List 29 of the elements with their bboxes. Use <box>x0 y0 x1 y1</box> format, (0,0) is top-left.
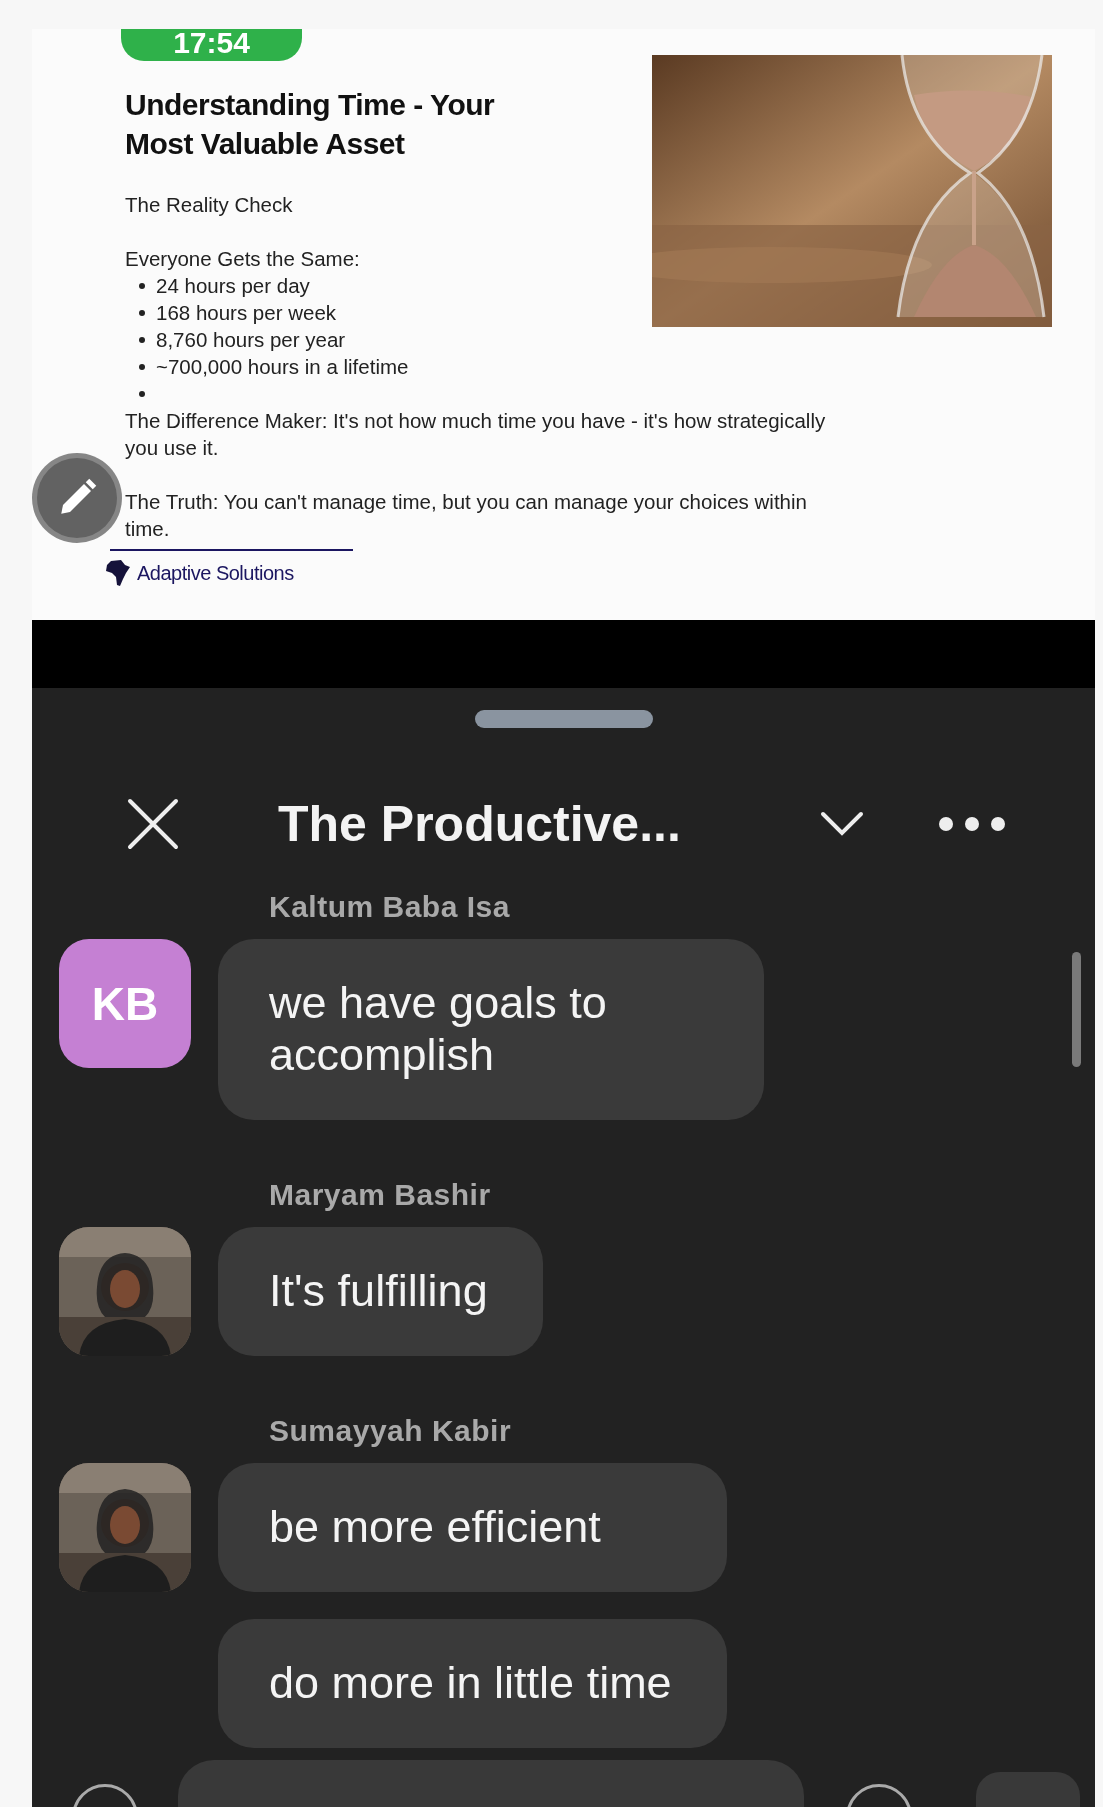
bullet-dot <box>139 363 145 370</box>
bullet-dot <box>139 336 145 343</box>
chat-title: The Productive... <box>278 795 682 853</box>
avatar: KB <box>59 939 191 1068</box>
slide-paragraph: The Difference Maker: It's not how much time you have - it's how strategically you use it. <box>125 408 827 461</box>
message-bubble: do more in little time <box>218 1619 727 1748</box>
bullet-dot <box>139 309 145 316</box>
slide-subtitle: The Reality Check <box>125 192 294 218</box>
bullet-text: ~700,000 hours in a lifetime <box>156 354 409 379</box>
logo-text: Adaptive Solutions <box>137 561 294 585</box>
sender-name: Kaltum Baba Isa <box>269 889 511 925</box>
message-bubble: we have goals to accomplish <box>218 939 764 1120</box>
bullet-dot <box>139 282 145 289</box>
bullet-text: 168 hours per week <box>156 300 337 325</box>
slide-title: Understanding Time - Your Most Valuable Asset <box>125 87 496 162</box>
sender-name: Maryam Bashir <box>269 1177 492 1213</box>
time-pill: 17:54 <box>121 29 302 61</box>
drag-handle[interactable] <box>474 710 653 728</box>
list-heading: Everyone Gets the Same: <box>125 246 361 272</box>
sender-name: Sumayyah Kabir <box>269 1413 513 1449</box>
close-button[interactable] <box>127 798 179 850</box>
slide-paragraph: The Truth: You can't manage time, but you can manage your choices within time. <box>125 489 808 542</box>
africa-icon <box>105 559 131 587</box>
bullet-text: 8,760 hours per year <box>156 327 346 352</box>
message-bubble: It's fulfilling <box>218 1227 543 1356</box>
bullet-text: 24 hours per day <box>156 273 310 298</box>
chevron-down-button[interactable] <box>820 811 864 837</box>
message-bubble: be more efficient <box>218 1463 727 1592</box>
more-button[interactable] <box>938 816 1006 832</box>
